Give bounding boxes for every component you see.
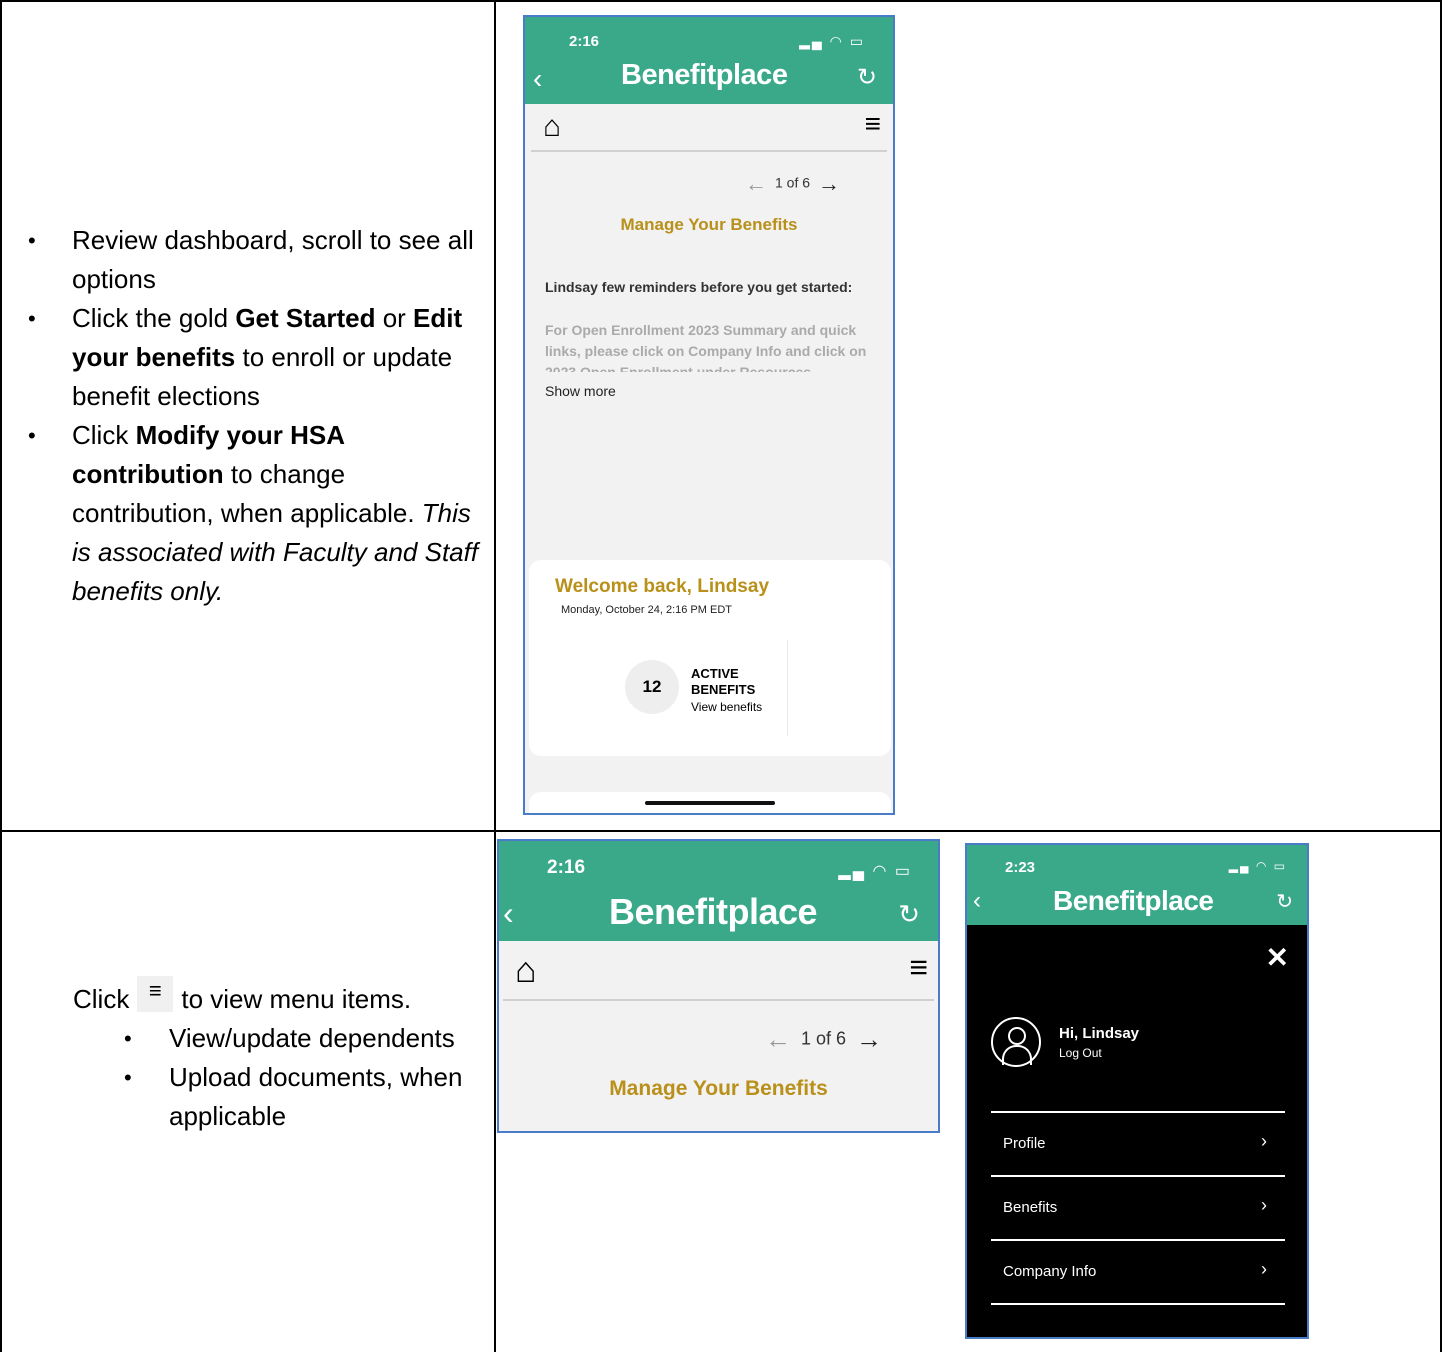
menu-divider bbox=[991, 1303, 1285, 1305]
signal-wifi-battery-icon: ▂▄ ◠ ▭ bbox=[1228, 859, 1287, 873]
nav-row: ⌂ ≡ bbox=[503, 941, 934, 1001]
pager-label: 1 of 6 bbox=[775, 174, 811, 191]
welcome-heading: Welcome back, Lindsay bbox=[555, 576, 770, 597]
list-item: Click Modify your HSA contribution to ch… bbox=[0, 416, 490, 611]
manage-benefits-title: Manage Your Benefits bbox=[609, 1077, 828, 1100]
chevron-right-icon: › bbox=[1261, 1131, 1267, 1151]
date-label: Monday, October 24, 2:16 PM EDT bbox=[561, 604, 732, 616]
pager: ← 1 of 6 → bbox=[745, 171, 840, 197]
home-icon[interactable]: ⌂ bbox=[515, 949, 537, 991]
row2-instructions: Click≡to view menu items. View/update de… bbox=[72, 976, 492, 1136]
close-icon[interactable]: ✕ bbox=[1266, 941, 1289, 974]
show-more-link[interactable]: Show more bbox=[545, 383, 616, 399]
greeting: Hi, Lindsay bbox=[1059, 1025, 1140, 1042]
back-chevron-icon[interactable]: ‹ bbox=[503, 895, 514, 932]
manage-benefits-title: Manage Your Benefits bbox=[620, 215, 798, 234]
text-segment: Review dashboard, scroll to see all opti… bbox=[72, 225, 474, 294]
menu-item-company-info[interactable]: Company Info bbox=[1003, 1263, 1096, 1280]
status-time: 2:23 bbox=[1005, 859, 1036, 876]
phone-screenshot-menu-open: 2:23 ▂▄ ◠ ▭ ‹ Benefitplace ↻ ✕ Hi, Linds… bbox=[965, 843, 1309, 1339]
pager: ← 1 of 6 → bbox=[765, 1024, 882, 1055]
home-indicator bbox=[645, 801, 775, 805]
text-segment: Click bbox=[72, 420, 136, 450]
menu-divider bbox=[991, 1111, 1285, 1113]
text-segment: Click the gold bbox=[72, 303, 236, 333]
row2-lead: Click ≡ to view menu items. bbox=[73, 976, 492, 1019]
welcome-card: Welcome back, Lindsay Monday, October 24… bbox=[529, 560, 891, 756]
arrow-right-icon[interactable]: → bbox=[856, 1024, 882, 1054]
list-item: Review dashboard, scroll to see all opti… bbox=[0, 221, 490, 299]
card-divider bbox=[787, 640, 788, 736]
refresh-icon[interactable]: ↻ bbox=[1276, 889, 1293, 914]
menu-item-benefits[interactable]: Benefits bbox=[1003, 1199, 1057, 1216]
logout-link[interactable]: Log Out bbox=[1059, 1046, 1102, 1060]
row1-instructions: Review dashboard, scroll to see all opti… bbox=[0, 221, 490, 611]
back-chevron-icon[interactable]: ‹ bbox=[533, 63, 542, 95]
chevron-right-icon: › bbox=[1261, 1259, 1267, 1279]
table-column-divider bbox=[494, 0, 496, 1352]
arrow-left-icon[interactable]: ← bbox=[765, 1024, 791, 1054]
row1-bullet-list: Review dashboard, scroll to see all opti… bbox=[0, 221, 490, 611]
lead-text-before: Click bbox=[73, 984, 130, 1014]
hamburger-menu-icon[interactable]: ≡ bbox=[865, 108, 881, 140]
active-label-line1: ACTIVE bbox=[691, 666, 739, 681]
refresh-icon[interactable]: ↻ bbox=[898, 899, 920, 930]
menu-divider bbox=[991, 1175, 1285, 1177]
arrow-right-icon[interactable]: → bbox=[818, 171, 840, 196]
chevron-right-icon: › bbox=[1261, 1195, 1267, 1215]
arrow-left-icon[interactable]: ← bbox=[745, 171, 767, 196]
hamburger-menu-icon: ≡ bbox=[137, 976, 174, 1012]
list-item: Upload documents, when applicable bbox=[72, 1058, 492, 1136]
lead-text-after: to view menu items. bbox=[181, 984, 412, 1014]
text-segment: or bbox=[375, 303, 414, 333]
hamburger-menu-icon[interactable]: ≡ bbox=[909, 949, 928, 986]
status-time: 2:16 bbox=[569, 33, 600, 50]
app-logo: Benefitplace bbox=[621, 59, 788, 91]
status-bar: 2:16 ▂▄ ◠ ▭ bbox=[525, 17, 893, 57]
bold-text: Get Started bbox=[235, 303, 376, 333]
home-icon[interactable]: ⌂ bbox=[543, 110, 561, 144]
app-header: ‹ Benefitplace ↻ bbox=[967, 883, 1307, 925]
signal-wifi-battery-icon: ▂▄ ◠ ▭ bbox=[799, 33, 865, 49]
list-item: View/update dependents bbox=[72, 1019, 492, 1058]
phone-screenshot-dashboard: 2:16 ▂▄ ◠ ▭ ‹ Benefitplace ↻ ⌂ ≡ ← 1 of 6… bbox=[523, 15, 895, 815]
pager-label: 1 of 6 bbox=[801, 1028, 847, 1049]
status-bar: 2:16 ▂▄ ◠ ▭ bbox=[499, 841, 938, 889]
phone-screenshot-menu-button: 2:16 ▂▄ ◠ ▭ ‹ Benefitplace ↻ ⌂ ≡ ← 1 of 6… bbox=[497, 839, 940, 1133]
table-row-divider bbox=[0, 830, 1442, 832]
row2-sub-list: View/update dependents Upload documents,… bbox=[72, 1019, 492, 1136]
active-benefits-count: 12 bbox=[625, 660, 679, 714]
back-chevron-icon[interactable]: ‹ bbox=[973, 887, 981, 915]
status-time: 2:16 bbox=[547, 857, 586, 878]
app-header: ‹ Benefitplace ↻ bbox=[499, 889, 938, 941]
refresh-icon[interactable]: ↻ bbox=[857, 63, 877, 92]
list-item: Click the gold Get Started or Edit your … bbox=[0, 299, 490, 416]
status-bar: 2:23 ▂▄ ◠ ▭ bbox=[967, 845, 1307, 883]
reminder-heading: Lindsay few reminders before you get sta… bbox=[545, 279, 853, 295]
menu-divider bbox=[991, 1239, 1285, 1241]
active-benefits-label: ACTIVE BENEFITS bbox=[691, 666, 755, 698]
nav-row: ⌂ ≡ bbox=[531, 104, 887, 152]
user-avatar-icon bbox=[991, 1017, 1041, 1067]
app-header: ‹ Benefitplace ↻ bbox=[525, 57, 893, 104]
signal-wifi-battery-icon: ▂▄ ◠ ▭ bbox=[838, 863, 912, 880]
view-benefits-link[interactable]: View benefits bbox=[691, 700, 762, 714]
app-logo: Benefitplace bbox=[609, 891, 818, 932]
app-logo: Benefitplace bbox=[1053, 885, 1214, 916]
active-label-line2: BENEFITS bbox=[691, 682, 756, 697]
menu-item-profile[interactable]: Profile bbox=[1003, 1135, 1046, 1152]
reminder-text: For Open Enrollment 2023 Summary and qui… bbox=[545, 322, 867, 372]
